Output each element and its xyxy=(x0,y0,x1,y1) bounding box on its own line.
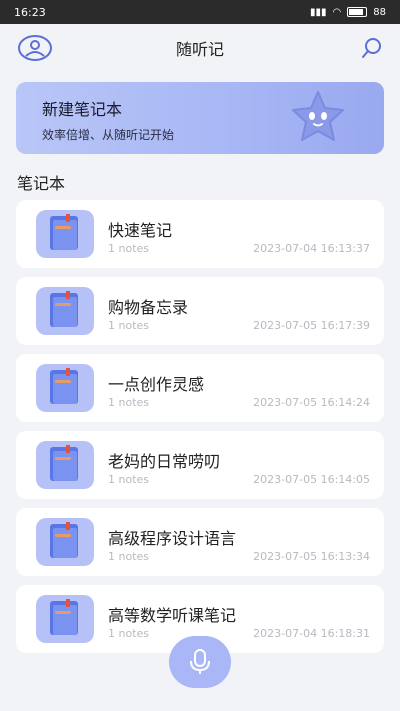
record-button[interactable] xyxy=(169,636,231,688)
battery-icon xyxy=(347,7,368,17)
status-bar: 16:23 ▮▮▮ ◠ 88 xyxy=(0,0,400,24)
notebook-date: 2023-07-05 16:14:24 xyxy=(253,396,370,409)
notebook-icon xyxy=(36,441,94,489)
notebook-icon xyxy=(36,210,94,258)
notebook-list: 快速笔记 1 notes 2023-07-04 16:13:37 购物备忘录 1… xyxy=(16,200,384,662)
notebook-card[interactable]: 一点创作灵感 1 notes 2023-07-05 16:14:24 xyxy=(16,354,384,422)
notebook-name: 高级程序设计语言 xyxy=(108,529,237,548)
notebook-name: 购物备忘录 xyxy=(108,298,189,317)
notebook-card[interactable]: 老妈的日常唠叨 1 notes 2023-07-05 16:14:05 xyxy=(16,431,384,499)
new-notebook-banner[interactable]: 新建笔记本 效率倍增、从随听记开始 xyxy=(16,82,384,154)
signal-icon: ▮▮▮ xyxy=(310,6,327,18)
notebook-icon xyxy=(36,595,94,643)
notebook-date: 2023-07-05 16:17:39 xyxy=(253,319,370,332)
notebook-count: 1 notes xyxy=(108,550,150,563)
notebook-card[interactable]: 高级程序设计语言 1 notes 2023-07-05 16:13:34 xyxy=(16,508,384,576)
notebook-icon xyxy=(36,364,94,412)
notebook-name: 一点创作灵感 xyxy=(108,375,205,394)
status-icons: ▮▮▮ ◠ 88 xyxy=(310,7,386,18)
notebook-count: 1 notes xyxy=(108,473,150,486)
section-title: 笔记本 xyxy=(17,174,66,193)
notebook-count: 1 notes xyxy=(108,319,150,332)
header: 随听记 xyxy=(0,24,400,72)
notebook-icon xyxy=(36,518,94,566)
notebook-name: 快速笔记 xyxy=(108,221,173,240)
page-title: 随听记 xyxy=(175,40,224,59)
search-icon[interactable] xyxy=(360,36,384,60)
notebook-card[interactable]: 购物备忘录 1 notes 2023-07-05 16:17:39 xyxy=(16,277,384,345)
wifi-icon: ◠ xyxy=(332,6,342,18)
notebook-date: 2023-07-04 16:13:37 xyxy=(253,242,370,255)
star-mascot-icon xyxy=(288,88,348,148)
notebook-date: 2023-07-05 16:13:34 xyxy=(253,550,370,563)
notebook-count: 1 notes xyxy=(108,627,150,640)
battery-level: 88 xyxy=(373,6,386,18)
notebook-date: 2023-07-05 16:14:05 xyxy=(253,473,370,486)
status-time: 16:23 xyxy=(14,5,46,19)
microphone-icon xyxy=(190,649,210,674)
notebook-count: 1 notes xyxy=(108,242,150,255)
notebook-icon xyxy=(36,287,94,335)
notebook-name: 老妈的日常唠叨 xyxy=(108,452,221,471)
notebook-card[interactable]: 快速笔记 1 notes 2023-07-04 16:13:37 xyxy=(16,200,384,268)
user-icon[interactable] xyxy=(17,34,53,62)
notebook-count: 1 notes xyxy=(108,396,150,409)
notebook-name: 高等数学听课笔记 xyxy=(108,606,237,625)
notebook-date: 2023-07-04 16:18:31 xyxy=(253,627,370,640)
